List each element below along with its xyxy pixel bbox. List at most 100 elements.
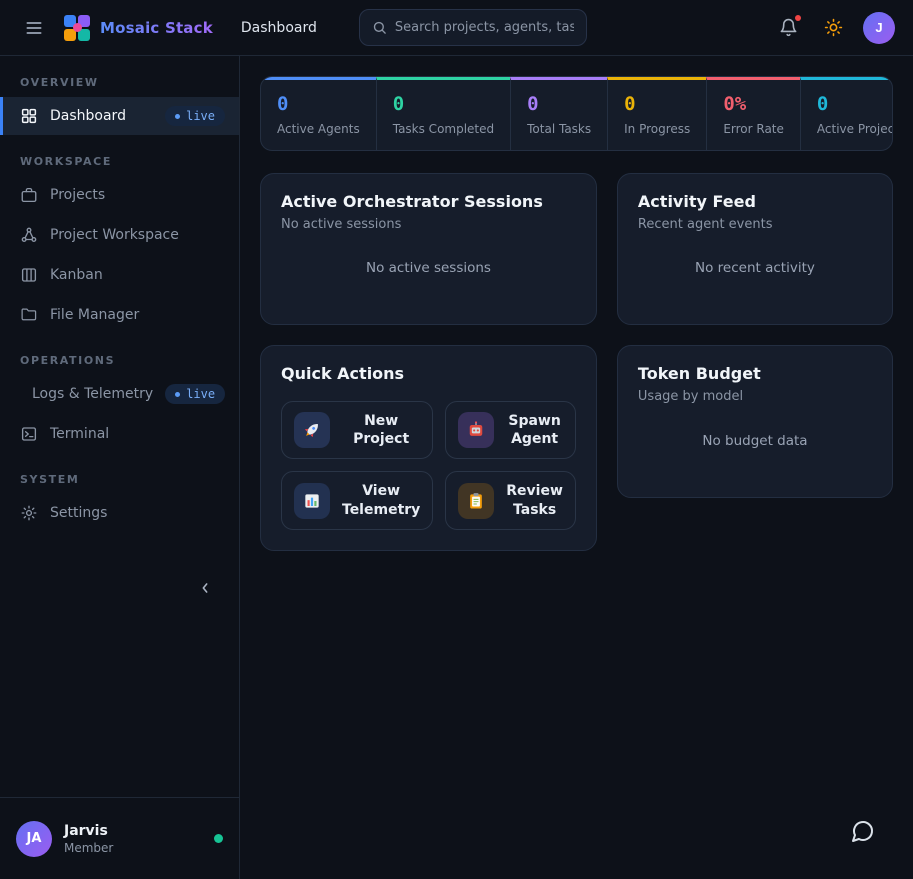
- stat-label: Active Projects: [817, 122, 893, 136]
- hamburger-menu-button[interactable]: [18, 12, 50, 44]
- stat-value: 0: [817, 93, 893, 115]
- user-profile-card[interactable]: JA Jarvis Member: [0, 797, 239, 879]
- stat-active-agents: 0 Active Agents: [261, 77, 376, 150]
- quick-action-label: New Project: [342, 412, 420, 448]
- quick-action-label: View Telemetry: [342, 482, 420, 518]
- sidebar-item-label: Projects: [50, 187, 225, 203]
- theme-toggle-button[interactable]: [818, 12, 849, 43]
- card-title: Active Orchestrator Sessions: [281, 192, 576, 211]
- new-project-button[interactable]: New Project: [281, 401, 433, 459]
- quick-action-label: Review Tasks: [506, 482, 563, 518]
- card-title: Quick Actions: [281, 364, 576, 383]
- sidebar-item-label: Logs & Telemetry: [32, 386, 153, 402]
- sidebar-item-label: Project Workspace: [50, 227, 225, 243]
- user-role: Member: [64, 841, 113, 855]
- main-content: 0 Active Agents 0 Tasks Completed 0 Tota…: [240, 56, 913, 879]
- search-icon: [372, 20, 387, 35]
- notification-dot: [795, 15, 801, 21]
- sessions-empty-state: No active sessions: [281, 232, 576, 304]
- live-dot-icon: [175, 392, 180, 397]
- user-initials-avatar: JA: [16, 821, 52, 857]
- card-title: Activity Feed: [638, 192, 872, 211]
- card-token-budget: Token Budget Usage by model No budget da…: [617, 345, 893, 498]
- stat-tasks-completed: 0 Tasks Completed: [376, 77, 510, 150]
- card-activity-feed: Activity Feed Recent agent events No rec…: [617, 173, 893, 325]
- section-heading-operations: OPERATIONS: [0, 354, 239, 367]
- sidebar-item-terminal[interactable]: Terminal: [0, 415, 239, 453]
- sidebar-item-label: Dashboard: [50, 108, 153, 124]
- top-bar: Mosaic Stack Dashboard J: [0, 0, 913, 56]
- bar-chart-icon: [294, 483, 330, 519]
- bell-icon: [779, 18, 798, 37]
- sidebar-item-settings[interactable]: Settings: [0, 494, 239, 532]
- sidebar-item-label: File Manager: [50, 307, 225, 323]
- view-telemetry-button[interactable]: View Telemetry: [281, 471, 433, 529]
- activity-empty-state: No recent activity: [638, 232, 872, 304]
- notifications-button[interactable]: [773, 12, 804, 43]
- rocket-icon: [294, 412, 330, 448]
- live-badge: live: [165, 384, 225, 404]
- sidebar-item-file-manager[interactable]: File Manager: [0, 296, 239, 334]
- card-quick-actions: Quick Actions New Project Spawn Agent: [260, 345, 597, 551]
- chevron-left-icon: [197, 580, 213, 596]
- online-status-dot: [214, 834, 223, 843]
- card-subtitle: Usage by model: [638, 389, 872, 404]
- card-active-orchestrator-sessions: Active Orchestrator Sessions No active s…: [260, 173, 597, 325]
- stat-active-projects: 0 Active Projects: [800, 77, 893, 150]
- breadcrumb-page-name: Dashboard: [241, 20, 317, 36]
- dashboard-grid-icon: [20, 107, 38, 125]
- sidebar-item-logs-telemetry[interactable]: Logs & Telemetry live: [0, 375, 239, 413]
- sidebar-item-label: Kanban: [50, 267, 225, 283]
- sidebar-item-kanban[interactable]: Kanban: [0, 256, 239, 294]
- search-input[interactable]: [395, 20, 574, 35]
- sidebar-item-label: Settings: [50, 505, 225, 521]
- stat-in-progress: 0 In Progress: [607, 77, 706, 150]
- global-search[interactable]: [359, 9, 587, 46]
- terminal-icon: [20, 425, 38, 443]
- mosaic-logo-icon: [64, 15, 90, 41]
- brand-logo[interactable]: Mosaic Stack: [64, 15, 213, 41]
- sidebar: OVERVIEW Dashboard live WORKSPACE Projec…: [0, 56, 240, 879]
- stat-total-tasks: 0 Total Tasks: [510, 77, 607, 150]
- section-heading-overview: OVERVIEW: [0, 76, 239, 89]
- clipboard-icon: [458, 483, 494, 519]
- brand-name: Mosaic Stack: [100, 19, 213, 37]
- sidebar-item-label: Terminal: [50, 426, 225, 442]
- section-heading-system: SYSTEM: [0, 473, 239, 486]
- sidebar-item-dashboard[interactable]: Dashboard live: [0, 97, 239, 135]
- stat-label: Active Agents: [277, 122, 360, 136]
- kanban-columns-icon: [20, 266, 38, 284]
- sidebar-item-projects[interactable]: Projects: [0, 176, 239, 214]
- stat-value: 0: [393, 93, 494, 115]
- chat-fab-button[interactable]: [841, 809, 885, 853]
- card-title: Token Budget: [638, 364, 872, 383]
- briefcase-icon: [20, 186, 38, 204]
- network-nodes-icon: [20, 226, 38, 244]
- live-badge: live: [165, 106, 225, 126]
- stat-label: Total Tasks: [527, 122, 591, 136]
- stat-value: 0: [277, 93, 360, 115]
- chat-bubble-icon: [851, 819, 875, 843]
- stat-label: In Progress: [624, 122, 690, 136]
- section-heading-workspace: WORKSPACE: [0, 155, 239, 168]
- folder-icon: [20, 306, 38, 324]
- review-tasks-button[interactable]: Review Tasks: [445, 471, 576, 529]
- user-avatar[interactable]: J: [863, 12, 895, 44]
- sidebar-collapse-button[interactable]: [191, 574, 219, 602]
- spawn-agent-button[interactable]: Spawn Agent: [445, 401, 576, 459]
- gear-icon: [20, 504, 38, 522]
- stat-label: Error Rate: [723, 122, 784, 136]
- stat-error-rate: 0% Error Rate: [706, 77, 800, 150]
- card-subtitle: Recent agent events: [638, 217, 872, 232]
- card-subtitle: No active sessions: [281, 217, 576, 232]
- stat-value: 0: [624, 93, 690, 115]
- user-name: Jarvis: [64, 823, 113, 839]
- stats-row: 0 Active Agents 0 Tasks Completed 0 Tota…: [260, 76, 893, 151]
- budget-empty-state: No budget data: [638, 404, 872, 477]
- sidebar-item-project-workspace[interactable]: Project Workspace: [0, 216, 239, 254]
- stat-value: 0%: [723, 93, 784, 115]
- live-dot-icon: [175, 114, 180, 119]
- sun-icon: [824, 18, 843, 37]
- stat-value: 0: [527, 93, 591, 115]
- quick-action-label: Spawn Agent: [506, 412, 563, 448]
